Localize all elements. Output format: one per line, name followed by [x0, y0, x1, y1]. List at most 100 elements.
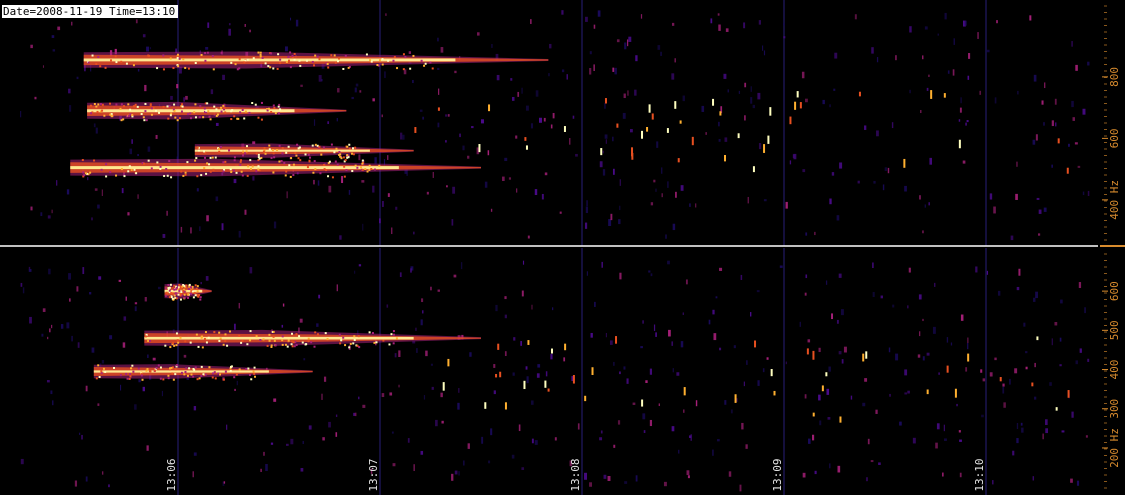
noise-speck [386, 304, 389, 308]
noise-speck [1012, 450, 1015, 456]
noise-speck [68, 273, 72, 280]
spark [616, 123, 619, 128]
noise-speck [975, 266, 978, 273]
trace-speck [174, 373, 177, 376]
trace-speck [135, 172, 138, 175]
noise-speck [328, 421, 331, 428]
trace-speck [392, 330, 395, 333]
noise-speck [432, 171, 434, 178]
trace-speck [370, 168, 373, 171]
noise-speck [635, 475, 638, 482]
noise-speck [504, 157, 508, 162]
noise-speck [825, 280, 828, 285]
noise-speck [668, 329, 671, 337]
noise-speck [725, 28, 729, 32]
noise-speck [554, 437, 557, 441]
noise-speck [85, 476, 88, 482]
trace-speck [392, 59, 395, 62]
trace-speck [146, 368, 149, 371]
noise-speck [1025, 366, 1028, 370]
trace-speck [285, 151, 288, 154]
noise-speck [584, 472, 588, 480]
noise-speck [712, 449, 714, 456]
trace-speck [222, 104, 225, 107]
trace-speck [101, 103, 104, 106]
noise-speck [1070, 478, 1073, 483]
noise-speck [534, 189, 538, 196]
trace-speck [172, 67, 175, 70]
spark [527, 340, 530, 345]
noise-speck [430, 363, 433, 366]
trace-speck [149, 103, 152, 106]
trace-speck [197, 149, 200, 152]
spark [712, 98, 715, 106]
trace-speck [251, 165, 254, 168]
trace-speck [412, 54, 415, 57]
noise-speck [950, 342, 953, 346]
noise-speck [887, 167, 890, 174]
spark [1057, 138, 1060, 144]
trace-speck [211, 54, 214, 57]
noise-speck [147, 146, 151, 152]
trace-speck [295, 344, 298, 347]
noise-speck [471, 126, 474, 129]
trace-speck [196, 146, 199, 149]
noise-speck [981, 414, 984, 418]
noise-speck [750, 86, 752, 92]
noise-speck [584, 222, 588, 229]
noise-speck [1032, 476, 1035, 481]
trace-speck [224, 333, 227, 336]
trace-speck [288, 164, 291, 167]
noise-speck [1035, 134, 1038, 141]
trace-speck [297, 157, 300, 160]
noise-speck [960, 314, 964, 321]
noise-speck [667, 181, 669, 188]
noise-speck [382, 200, 384, 207]
noise-speck [504, 351, 507, 357]
spark [631, 152, 634, 160]
noise-speck [518, 424, 521, 432]
noise-speck [437, 122, 440, 128]
noise-speck [273, 221, 277, 229]
trace-speck [102, 367, 105, 370]
trace-speck [213, 105, 216, 108]
trace-speck [218, 150, 221, 153]
noise-speck [864, 378, 868, 382]
trace-speck [181, 285, 184, 288]
trace-speck [404, 56, 407, 59]
trace-speck [187, 296, 190, 299]
noise-speck [586, 271, 588, 276]
noise-speck [831, 313, 834, 320]
trace-speck [137, 367, 140, 370]
noise-speck [589, 482, 593, 487]
noise-speck [612, 136, 614, 142]
trace-speck [234, 63, 237, 66]
noise-speck [895, 353, 899, 361]
trace-speck [104, 370, 107, 373]
noise-speck [180, 226, 183, 233]
noise-speck [321, 393, 323, 400]
noise-speck [290, 438, 294, 445]
noise-speck [1079, 348, 1082, 353]
trace-speck [431, 67, 434, 70]
noise-speck [819, 420, 822, 426]
noise-speck [640, 14, 643, 19]
noise-speck [964, 20, 968, 26]
trace-speck [115, 61, 118, 64]
spark [524, 137, 527, 141]
trace-speck [178, 289, 181, 292]
trace-speck [183, 373, 186, 376]
noise-speck [640, 346, 643, 349]
trace-speck [233, 115, 236, 118]
noise-speck [374, 157, 377, 164]
trace-speck [297, 147, 300, 150]
noise-speck [459, 133, 461, 138]
noise-speck [982, 378, 986, 382]
noise-speck [1085, 435, 1088, 438]
noise-speck [993, 206, 996, 214]
noise-speck [614, 67, 617, 75]
trace-speck [168, 286, 171, 289]
noise-speck [462, 145, 465, 151]
noise-speck [687, 475, 690, 479]
trace-speck [278, 103, 281, 106]
